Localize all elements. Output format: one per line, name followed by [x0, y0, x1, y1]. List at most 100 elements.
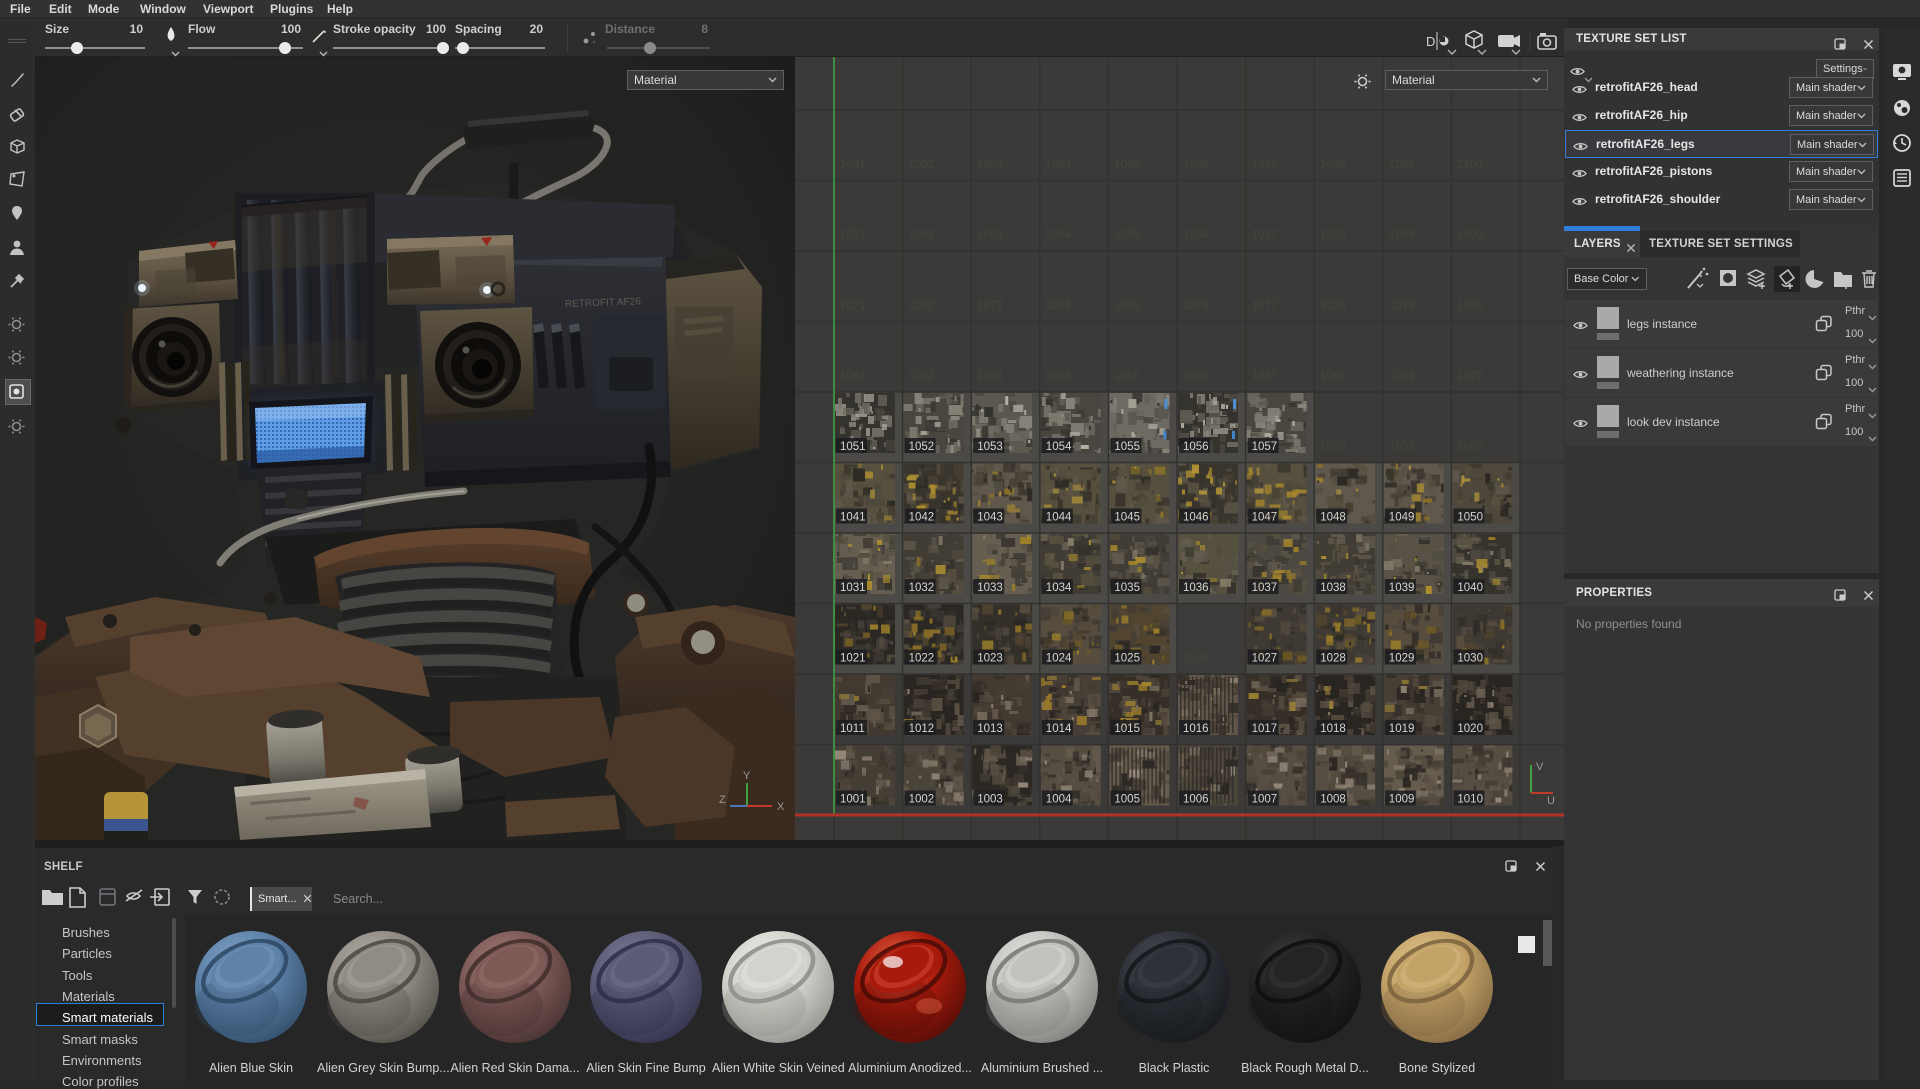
svg-text:1006: 1006 [1183, 794, 1209, 806]
svg-text:1021: 1021 [840, 653, 866, 665]
svg-text:1001: 1001 [840, 794, 866, 806]
svg-text:X: X [777, 801, 785, 813]
svg-text:1011: 1011 [840, 723, 865, 735]
svg-text:1076: 1076 [1183, 300, 1209, 312]
svg-text:1064: 1064 [1046, 371, 1072, 383]
svg-text:1098: 1098 [1320, 159, 1346, 171]
svg-text:1004: 1004 [1046, 794, 1072, 806]
svg-text:1002: 1002 [909, 794, 935, 806]
svg-text:1018: 1018 [1320, 723, 1346, 735]
svg-text:1055: 1055 [1114, 441, 1140, 453]
svg-text:1038: 1038 [1320, 582, 1346, 594]
svg-text:1088: 1088 [1320, 230, 1346, 242]
svg-text:1073: 1073 [977, 300, 1003, 312]
svg-text:1082: 1082 [909, 230, 935, 242]
svg-text:1008: 1008 [1320, 794, 1346, 806]
svg-text:1025: 1025 [1114, 653, 1140, 665]
svg-text:1042: 1042 [909, 512, 935, 524]
svg-text:1029: 1029 [1389, 653, 1415, 665]
svg-text:1091: 1091 [840, 159, 866, 171]
svg-text:U: U [1547, 795, 1555, 807]
svg-text:1086: 1086 [1183, 230, 1209, 242]
svg-text:1081: 1081 [840, 230, 866, 242]
svg-text:1084: 1084 [1046, 230, 1072, 242]
svg-text:V: V [1536, 761, 1544, 773]
svg-text:1068: 1068 [1320, 371, 1346, 383]
svg-text:1015: 1015 [1114, 723, 1140, 735]
svg-text:1097: 1097 [1252, 159, 1278, 171]
svg-text:1036: 1036 [1183, 582, 1209, 594]
svg-text:Z: Z [719, 794, 726, 806]
svg-text:1099: 1099 [1389, 159, 1415, 171]
svg-text:1062: 1062 [909, 371, 935, 383]
svg-text:1047: 1047 [1252, 512, 1278, 524]
svg-text:1035: 1035 [1114, 582, 1140, 594]
svg-text:1085: 1085 [1114, 230, 1140, 242]
svg-text:1034: 1034 [1046, 582, 1072, 594]
svg-text:1100: 1100 [1457, 159, 1482, 171]
svg-text:1030: 1030 [1457, 653, 1483, 665]
svg-text:1023: 1023 [977, 653, 1003, 665]
svg-text:1052: 1052 [909, 441, 935, 453]
svg-text:1074: 1074 [1046, 300, 1072, 312]
svg-text:1078: 1078 [1320, 300, 1346, 312]
svg-text:1040: 1040 [1457, 582, 1483, 594]
svg-text:1079: 1079 [1389, 300, 1415, 312]
svg-text:1041: 1041 [840, 512, 866, 524]
svg-text:1019: 1019 [1389, 723, 1415, 735]
svg-text:1077: 1077 [1252, 300, 1278, 312]
svg-text:1094: 1094 [1046, 159, 1072, 171]
svg-text:1003: 1003 [977, 794, 1003, 806]
svg-text:1096: 1096 [1183, 159, 1209, 171]
svg-text:1093: 1093 [977, 159, 1003, 171]
svg-text:1024: 1024 [1046, 653, 1072, 665]
svg-text:1089: 1089 [1389, 230, 1415, 242]
svg-text:1020: 1020 [1457, 723, 1483, 735]
svg-text:1045: 1045 [1114, 512, 1140, 524]
svg-text:1039: 1039 [1389, 582, 1415, 594]
svg-text:D: D [1426, 34, 1435, 49]
svg-text:1044: 1044 [1046, 512, 1072, 524]
svg-text:1048: 1048 [1320, 512, 1346, 524]
svg-text:1054: 1054 [1046, 441, 1072, 453]
svg-text:1022: 1022 [909, 653, 935, 665]
svg-text:1051: 1051 [840, 441, 866, 453]
svg-text:1061: 1061 [840, 371, 866, 383]
svg-text:1032: 1032 [909, 582, 935, 594]
svg-text:1069: 1069 [1389, 371, 1415, 383]
svg-text:1092: 1092 [909, 159, 935, 171]
svg-text:1075: 1075 [1114, 300, 1140, 312]
svg-text:1005: 1005 [1114, 794, 1140, 806]
svg-text:1065: 1065 [1114, 371, 1140, 383]
svg-text:1028: 1028 [1320, 653, 1346, 665]
svg-text:1033: 1033 [977, 582, 1003, 594]
svg-text:1087: 1087 [1252, 230, 1278, 242]
svg-text:1057: 1057 [1252, 441, 1278, 453]
svg-text:1016: 1016 [1183, 723, 1209, 735]
svg-text:1027: 1027 [1252, 653, 1278, 665]
svg-text:1049: 1049 [1389, 512, 1415, 524]
svg-text:1072: 1072 [909, 300, 935, 312]
svg-text:1080: 1080 [1457, 300, 1483, 312]
svg-text:1067: 1067 [1252, 371, 1278, 383]
svg-text:1017: 1017 [1252, 723, 1278, 735]
svg-text:1014: 1014 [1046, 723, 1072, 735]
svg-text:1010: 1010 [1457, 794, 1483, 806]
svg-text:1060: 1060 [1457, 441, 1483, 453]
svg-text:1031: 1031 [840, 582, 866, 594]
svg-text:1059: 1059 [1389, 441, 1415, 453]
svg-text:1046: 1046 [1183, 512, 1209, 524]
svg-text:1090: 1090 [1457, 230, 1483, 242]
svg-text:1058: 1058 [1320, 441, 1346, 453]
svg-text:1063: 1063 [977, 371, 1003, 383]
svg-text:1083: 1083 [977, 230, 1003, 242]
svg-text:1095: 1095 [1114, 159, 1140, 171]
svg-text:1012: 1012 [909, 723, 935, 735]
svg-text:1066: 1066 [1183, 371, 1209, 383]
svg-text:1009: 1009 [1389, 794, 1415, 806]
svg-text:1043: 1043 [977, 512, 1003, 524]
svg-text:1050: 1050 [1457, 512, 1483, 524]
svg-text:1026: 1026 [1183, 653, 1209, 665]
svg-text:1037: 1037 [1252, 582, 1278, 594]
svg-text:1056: 1056 [1183, 441, 1209, 453]
